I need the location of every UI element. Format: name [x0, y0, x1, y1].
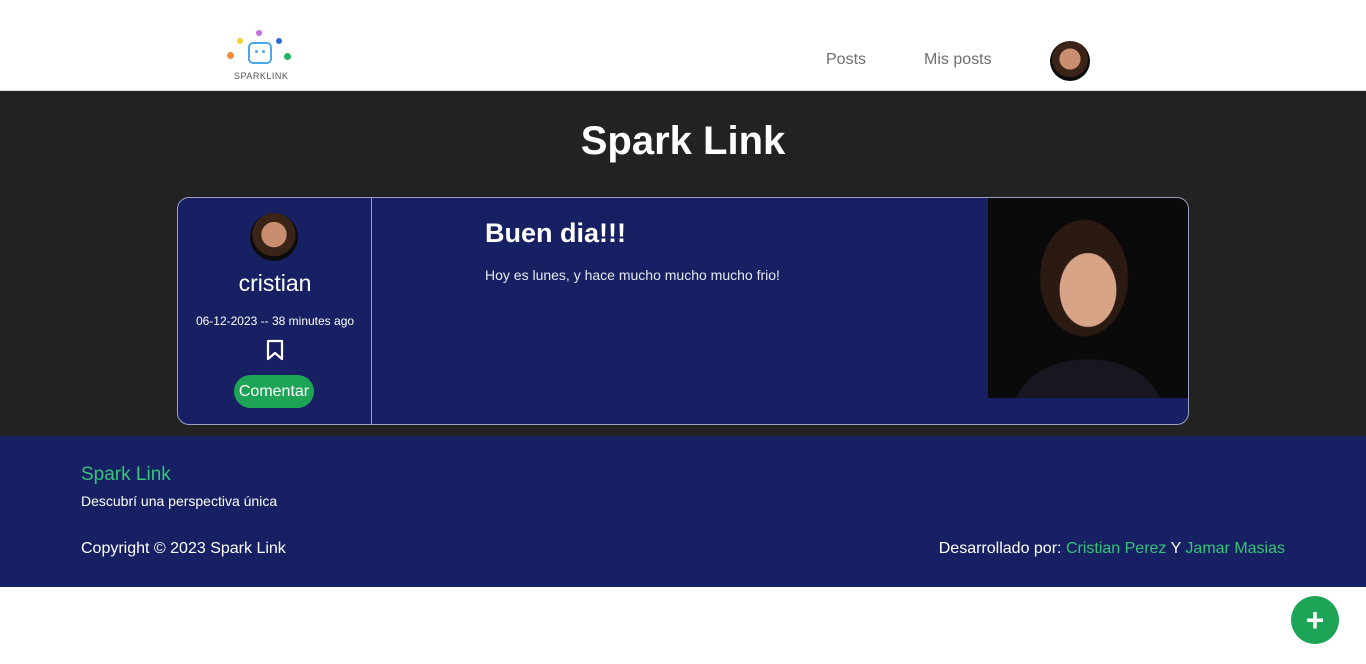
logo-dot: [256, 30, 262, 36]
author-avatar[interactable]: [250, 213, 298, 261]
logo-dot: [284, 53, 291, 60]
post-author-panel: cristian 06-12-2023 -- 38 minutes ago Co…: [178, 198, 372, 424]
post-date: 06-12-2023 -- 38 minutes ago: [195, 314, 355, 328]
author-username: cristian: [238, 270, 312, 296]
navbar: SPARKLINK Posts Mis posts: [0, 0, 1366, 91]
logo-dot: [227, 52, 234, 59]
footer-developers: Desarrollado por: Cristian Perez Y Jamar…: [939, 540, 1285, 558]
page-title: Spark Link: [580, 119, 786, 163]
bookmark-icon[interactable]: [265, 339, 285, 361]
footer-brand[interactable]: Spark Link: [81, 464, 171, 486]
plus-icon: +: [1305, 602, 1325, 638]
post-card: cristian 06-12-2023 -- 38 minutes ago Co…: [177, 197, 1189, 425]
add-post-button[interactable]: +: [1291, 596, 1339, 644]
post-title: Buen dia!!!: [485, 218, 626, 248]
robot-icon: [248, 42, 272, 64]
nav-link-mis-posts[interactable]: Mis posts: [924, 51, 992, 69]
developer-link-2[interactable]: Jamar Masias: [1185, 540, 1285, 557]
footer-dev-prefix: Desarrollado por:: [938, 540, 1062, 557]
footer-copyright: Copyright © 2023 Spark Link: [81, 540, 286, 557]
logo-dot: [276, 38, 282, 44]
footer-tagline: Descubrí una perspectiva única: [81, 493, 278, 509]
nav-link-posts[interactable]: Posts: [826, 51, 866, 69]
developer-link-1[interactable]: Cristian Perez: [1066, 540, 1166, 557]
logo-text: SPARKLINK: [234, 71, 289, 81]
comment-button[interactable]: Comentar: [234, 375, 314, 408]
post-image: [988, 198, 1188, 398]
user-avatar-icon[interactable]: [1050, 41, 1090, 81]
post-body: Hoy es lunes, y hace mucho mucho mucho f…: [485, 267, 780, 283]
footer-dev-join: Y: [1170, 540, 1181, 557]
logo-dot: [237, 38, 243, 44]
sparklink-logo[interactable]: SPARKLINK: [224, 28, 296, 86]
footer: Spark Link Descubrí una perspectiva únic…: [0, 436, 1366, 587]
hero-section: Spark Link cristian 06-12-2023 -- 38 min…: [0, 91, 1366, 436]
